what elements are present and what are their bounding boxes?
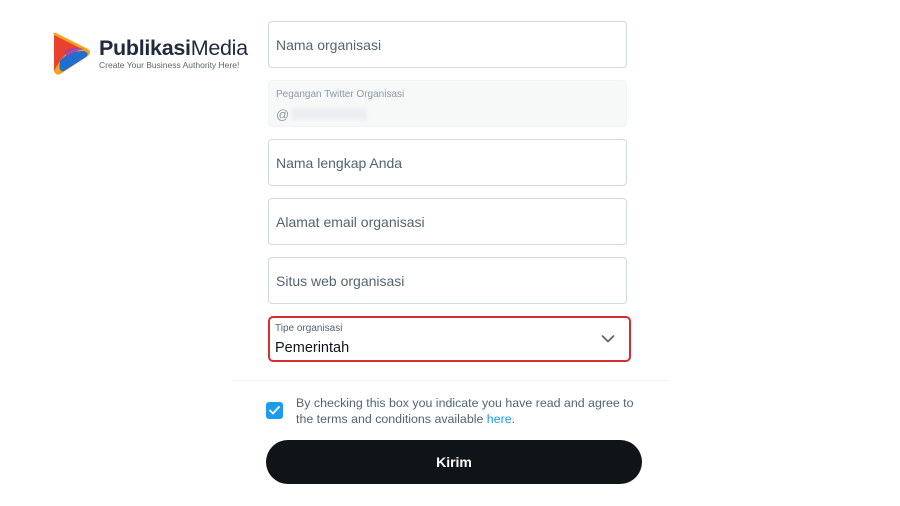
chevron-down-icon bbox=[601, 335, 615, 343]
twitter-handle-field: Pegangan Twitter Organisasi @ bbox=[268, 80, 627, 127]
terms-checkbox[interactable] bbox=[266, 402, 283, 419]
terms-text: By checking this box you indicate you ha… bbox=[296, 396, 634, 426]
full-name-field[interactable]: Nama lengkap Anda bbox=[268, 139, 627, 186]
org-website-placeholder: Situs web organisasi bbox=[276, 273, 405, 289]
logo-tagline: Create Your Business Authority Here! bbox=[99, 60, 240, 70]
org-type-value: Pemerintah bbox=[275, 340, 350, 356]
twitter-handle-redacted bbox=[291, 108, 367, 120]
org-email-field[interactable]: Alamat email organisasi bbox=[268, 198, 627, 245]
logo-wordmark: PublikasiMedia bbox=[99, 36, 248, 60]
checkmark-icon bbox=[269, 406, 280, 415]
publikasimedia-logo: PublikasiMedia Create Your Business Auth… bbox=[50, 31, 260, 79]
org-type-select[interactable]: Tipe organisasi Pemerintah bbox=[268, 316, 631, 362]
terms-link[interactable]: here bbox=[487, 412, 512, 426]
divider bbox=[232, 380, 668, 381]
submit-button[interactable]: Kirim bbox=[266, 440, 642, 484]
full-name-placeholder: Nama lengkap Anda bbox=[276, 155, 403, 171]
logo-mark-icon bbox=[53, 32, 90, 75]
twitter-handle-label: Pegangan Twitter Organisasi bbox=[276, 89, 405, 100]
org-website-field[interactable]: Situs web organisasi bbox=[268, 257, 627, 304]
org-type-label: Tipe organisasi bbox=[275, 323, 343, 334]
org-email-placeholder: Alamat email organisasi bbox=[276, 214, 425, 230]
twitter-handle-prefix: @ bbox=[276, 107, 290, 122]
org-name-placeholder: Nama organisasi bbox=[276, 37, 382, 53]
org-name-field[interactable]: Nama organisasi bbox=[268, 21, 627, 68]
